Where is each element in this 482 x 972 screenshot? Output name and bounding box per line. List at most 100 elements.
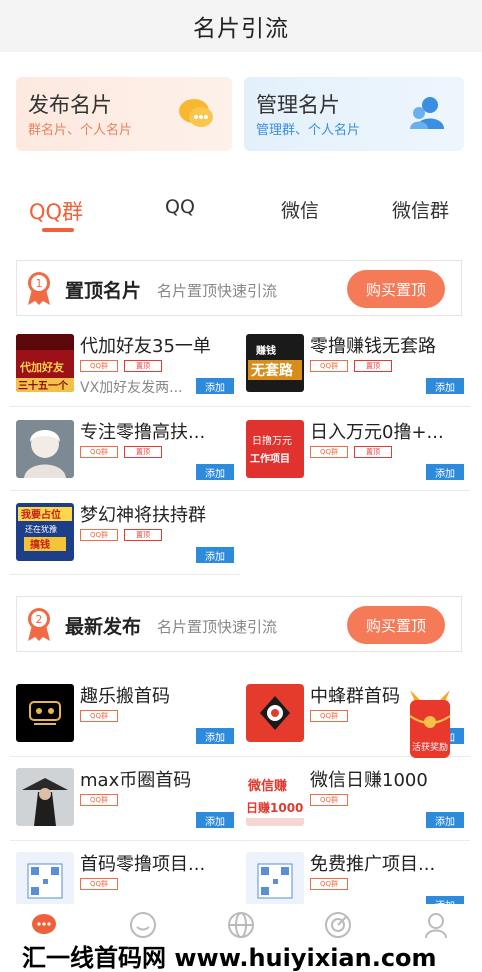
list-item[interactable]: 代加好友 三十五一个 代加好友35一单 QQ群 置顶 VX加好友发两... 添加 bbox=[10, 328, 234, 408]
nav-face-icon[interactable] bbox=[128, 910, 158, 940]
group-avatar bbox=[246, 852, 304, 910]
row-divider bbox=[10, 406, 470, 407]
group-name: 微信日赚1000 bbox=[310, 770, 428, 791]
group-name: 零撸赚钱无套路 bbox=[310, 336, 436, 357]
manage-card-subtitle: 管理群、个人名片 bbox=[256, 123, 361, 138]
group-avatar bbox=[16, 420, 74, 478]
group-avatar: 代加好友 三十五一个 bbox=[16, 334, 74, 392]
group-tags: QQ群 bbox=[80, 710, 118, 724]
nav-chat-icon[interactable] bbox=[30, 910, 60, 940]
svg-text:代加好友: 代加好友 bbox=[19, 360, 64, 374]
add-button[interactable]: 添加 bbox=[426, 378, 464, 394]
group-avatar: 我要占位 还在犹豫 搞钱 bbox=[16, 503, 74, 561]
group-avatar-image: 代加好友 三十五一个 bbox=[16, 334, 74, 392]
group-tags: QQ群 置顶 bbox=[310, 446, 392, 460]
group-name: 专注零撸高扶... bbox=[80, 422, 206, 443]
reward-label: 活获奖励 bbox=[411, 743, 448, 753]
publish-card-subtitle: 群名片、个人名片 bbox=[28, 123, 133, 138]
list-item[interactable]: 专注零撸高扶... QQ群 置顶 添加 bbox=[10, 414, 234, 494]
latest-section-subtitle: 名片置顶快速引流 bbox=[157, 618, 278, 636]
add-button[interactable]: 添加 bbox=[196, 378, 234, 394]
tab-wechat-group[interactable]: 微信群 bbox=[392, 196, 449, 223]
add-button[interactable]: 添加 bbox=[196, 812, 234, 828]
group-avatar-image: 日撸万元 工作项目 bbox=[246, 420, 304, 478]
row-divider bbox=[10, 840, 470, 841]
row-divider bbox=[10, 756, 470, 757]
list-item[interactable]: max币圈首码 QQ群 添加 bbox=[10, 762, 234, 842]
svg-text:赚钱: 赚钱 bbox=[255, 344, 276, 357]
group-name: 免费推广项目... bbox=[310, 854, 436, 875]
group-description: VX加好友发两... bbox=[80, 380, 183, 396]
group-tags: QQ群 bbox=[80, 794, 118, 808]
row-divider bbox=[10, 490, 470, 491]
add-button[interactable]: 添加 bbox=[196, 464, 234, 480]
group-avatar-image: 赚钱 无套路 bbox=[246, 334, 304, 392]
qr-code-image bbox=[246, 852, 304, 910]
tag-qq-group: QQ群 bbox=[80, 710, 118, 722]
svg-text:工作项目: 工作项目 bbox=[250, 452, 290, 465]
group-name: 梦幻神将扶持群 bbox=[80, 505, 206, 526]
tag-qq-group: QQ群 bbox=[310, 360, 348, 372]
chat-bubble-icon bbox=[179, 99, 213, 127]
add-button[interactable]: 添加 bbox=[196, 547, 234, 563]
group-avatar bbox=[246, 684, 304, 742]
group-tags: QQ群 bbox=[80, 878, 118, 892]
list-item[interactable]: 微信赚 日赚1000 微信日赚1000 QQ群 添加 bbox=[240, 762, 464, 842]
group-avatar: 日撸万元 工作项目 bbox=[246, 420, 304, 478]
group-tags: QQ群 bbox=[310, 878, 348, 892]
tag-pinned: 置顶 bbox=[124, 446, 162, 458]
rank-1-badge-icon: 1 bbox=[28, 272, 50, 305]
add-button[interactable]: 添加 bbox=[426, 464, 464, 480]
row-divider bbox=[10, 574, 240, 575]
action-cards: 发布名片 群名片、个人名片 管理名片 管理群、个人名片 bbox=[0, 77, 482, 151]
tag-qq-group: QQ群 bbox=[310, 446, 348, 458]
group-avatar: 赚钱 无套路 bbox=[246, 334, 304, 392]
page-header: 名片引流 bbox=[0, 0, 482, 52]
add-button[interactable]: 添加 bbox=[426, 812, 464, 828]
page-title: 名片引流 bbox=[193, 16, 289, 42]
svg-text:还在犹豫: 还在犹豫 bbox=[25, 524, 57, 534]
nav-radar-icon[interactable] bbox=[323, 910, 353, 940]
list-item[interactable]: 日撸万元 工作项目 日入万元0撸+... QQ群 置顶 添加 bbox=[240, 414, 464, 494]
pinned-section-title: 置顶名片 bbox=[65, 280, 142, 302]
publish-card-title: 发布名片 bbox=[28, 93, 112, 117]
svg-text:1: 1 bbox=[36, 277, 43, 290]
tab-wechat[interactable]: 微信 bbox=[281, 196, 319, 223]
list-item[interactable]: 趣乐搬首码 QQ群 添加 bbox=[10, 678, 234, 758]
group-avatar-image: 我要占位 还在犹豫 搞钱 bbox=[16, 503, 74, 561]
list-item[interactable]: 我要占位 还在犹豫 搞钱 梦幻神将扶持群 QQ群 置顶 添加 bbox=[10, 497, 234, 577]
group-avatar-image bbox=[246, 684, 304, 742]
buy-pin-button[interactable]: 购买置顶 bbox=[347, 270, 445, 308]
latest-section-header: 2 最新发布 名片置顶快速引流 购买置顶 bbox=[16, 596, 462, 652]
publish-card-button[interactable]: 发布名片 群名片、个人名片 bbox=[16, 77, 232, 151]
group-tags: QQ群 置顶 bbox=[80, 360, 162, 374]
qr-code-image bbox=[16, 852, 74, 910]
tag-pinned: 置顶 bbox=[124, 360, 162, 372]
group-avatar bbox=[16, 852, 74, 910]
list-item[interactable]: 赚钱 无套路 零撸赚钱无套路 QQ群 置顶 添加 bbox=[240, 328, 464, 408]
tab-qq[interactable]: QQ bbox=[165, 196, 195, 218]
group-avatar-image bbox=[16, 684, 74, 742]
group-tags: QQ群 bbox=[310, 794, 348, 808]
tag-qq-group: QQ群 bbox=[80, 446, 118, 458]
svg-text:微信赚: 微信赚 bbox=[247, 778, 287, 794]
manage-card-title: 管理名片 bbox=[256, 93, 340, 117]
buy-pin-button[interactable]: 购买置顶 bbox=[347, 606, 445, 644]
svg-text:2: 2 bbox=[36, 613, 43, 626]
tag-qq-group: QQ群 bbox=[80, 878, 118, 890]
manage-card-button[interactable]: 管理名片 管理群、个人名片 bbox=[244, 77, 464, 151]
latest-section-title: 最新发布 bbox=[65, 616, 142, 638]
svg-text:日赚1000: 日赚1000 bbox=[246, 800, 303, 815]
svg-text:我要占位: 我要占位 bbox=[21, 508, 61, 521]
floating-reward-button[interactable]: 活获奖励 bbox=[406, 686, 454, 760]
group-name: max币圈首码 bbox=[80, 770, 192, 791]
rank-2-badge-icon: 2 bbox=[28, 608, 50, 641]
pinned-section-header: 1 置顶名片 名片置顶快速引流 购买置顶 bbox=[16, 260, 462, 316]
group-avatar-image: 微信赚 日赚1000 bbox=[246, 768, 304, 826]
group-tags: QQ群 bbox=[310, 710, 348, 724]
svg-text:无套路: 无套路 bbox=[250, 362, 294, 379]
add-button[interactable]: 添加 bbox=[196, 728, 234, 744]
nav-globe-icon[interactable] bbox=[226, 910, 256, 940]
tab-qq-group[interactable]: QQ群 bbox=[29, 196, 83, 226]
nav-profile-icon[interactable] bbox=[421, 910, 451, 940]
